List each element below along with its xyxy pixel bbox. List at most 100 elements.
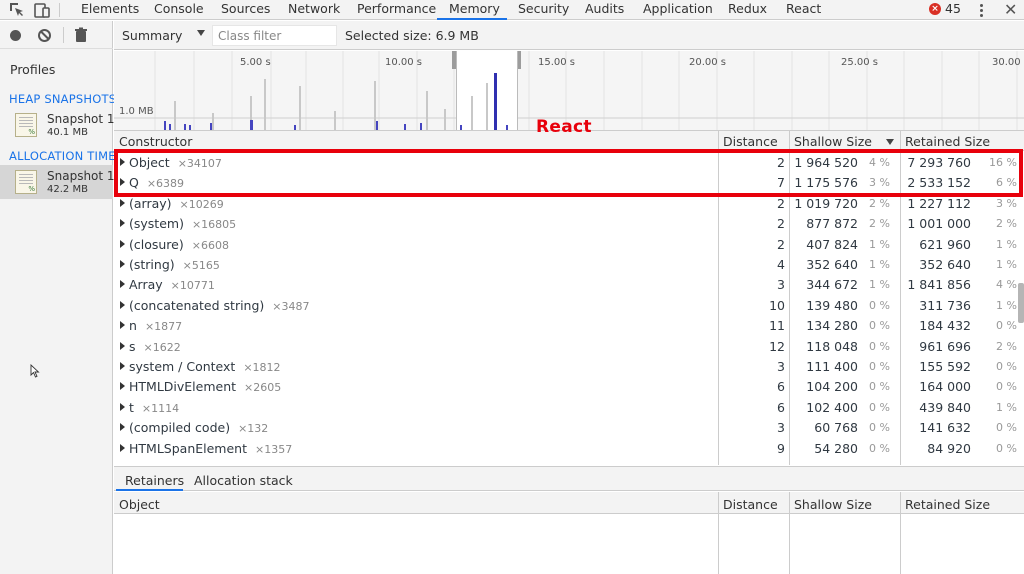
- column-distance[interactable]: Distance: [723, 497, 778, 512]
- distance-value: 3: [777, 277, 785, 293]
- retained-size-percent: 2 %: [996, 339, 1017, 353]
- device-toolbar-icon[interactable]: [33, 1, 51, 19]
- retained-size-percent: 0 %: [996, 319, 1017, 333]
- table-row[interactable]: (system) ×16805 2 877 872 2 % 1 001 000 2 %: [114, 213, 1017, 233]
- expand-triangle-icon[interactable]: [120, 239, 125, 248]
- record-icon[interactable]: [10, 30, 21, 41]
- column-shallow-size[interactable]: Shallow Size: [794, 497, 872, 512]
- shallow-size-percent: 2 %: [869, 217, 890, 231]
- constructor-name: system / Context ×1812: [129, 359, 281, 374]
- tab-application[interactable]: Application: [643, 0, 713, 20]
- allocation-snapshot-item[interactable]: Snapshot 1 42.2 MB: [0, 165, 115, 199]
- grid-scrollbar[interactable]: [1018, 283, 1024, 323]
- shallow-size-value: 102 400: [806, 399, 858, 415]
- retained-size-percent: 0 %: [996, 441, 1017, 455]
- expand-triangle-icon[interactable]: [120, 341, 125, 350]
- table-row[interactable]: HTMLDivElement ×2605 6 104 200 0 % 164 000 0 %: [114, 376, 1017, 396]
- tab-audits[interactable]: Audits: [585, 0, 624, 20]
- tab-elements[interactable]: Elements: [81, 0, 139, 20]
- chevron-down-icon[interactable]: [197, 30, 205, 36]
- tab-security[interactable]: Security: [518, 0, 569, 20]
- heap-snapshot-item[interactable]: Snapshot 1 40.1 MB: [0, 108, 115, 142]
- table-row[interactable]: (compiled code) ×132 3 60 768 0 % 141 632 0 %: [114, 417, 1017, 437]
- snapshot-name: Snapshot 1: [47, 169, 115, 183]
- shallow-size-percent: 0 %: [869, 400, 890, 414]
- tab-allocation-stack[interactable]: Allocation stack: [194, 473, 293, 488]
- expand-triangle-icon[interactable]: [120, 300, 125, 309]
- instance-count: ×1114: [141, 401, 180, 415]
- close-icon[interactable]: ✕: [1004, 1, 1017, 19]
- tab-react[interactable]: React: [786, 0, 821, 20]
- column-divider: [718, 492, 719, 514]
- shallow-size-percent: 0 %: [869, 298, 890, 312]
- annotation-label: React: [536, 117, 592, 137]
- shallow-size-value: 54 280: [814, 440, 858, 456]
- sort-descending-icon[interactable]: [886, 139, 894, 145]
- shallow-size-value: 407 824: [806, 236, 858, 252]
- shallow-size-percent: 0 %: [869, 421, 890, 435]
- instance-count: ×16805: [191, 218, 237, 232]
- expand-triangle-icon[interactable]: [120, 402, 125, 411]
- active-tab-indicator: [116, 489, 183, 491]
- table-row[interactable]: (concatenated string) ×3487 10 139 480 0 % 31…: [114, 295, 1017, 315]
- instance-count: ×3487: [272, 299, 310, 313]
- expand-triangle-icon[interactable]: [120, 280, 125, 289]
- expand-triangle-icon[interactable]: [120, 443, 125, 452]
- shallow-size-value: 877 872: [806, 216, 858, 232]
- tab-retainers[interactable]: Retainers: [125, 473, 184, 488]
- tab-memory[interactable]: Memory: [449, 0, 500, 20]
- shallow-size-value: 60 768: [814, 420, 858, 436]
- retained-size-value: 352 640: [919, 257, 971, 272]
- constructor-label: system / Context: [129, 359, 236, 374]
- column-constructor[interactable]: Constructor: [119, 134, 192, 149]
- shallow-size-percent: 1 %: [869, 278, 890, 292]
- constructor-label: HTMLSpanElement: [129, 440, 247, 456]
- view-select[interactable]: Summary: [122, 28, 182, 43]
- tab-console[interactable]: Console: [154, 0, 204, 20]
- tab-sources[interactable]: Sources: [221, 0, 270, 20]
- inspect-element-icon[interactable]: [8, 1, 26, 19]
- more-options-icon[interactable]: [976, 1, 986, 19]
- column-divider: [718, 514, 719, 574]
- clear-icon[interactable]: [38, 29, 51, 42]
- table-row[interactable]: system / Context ×1812 3 111 400 0 % 155 592 0…: [114, 356, 1017, 376]
- table-row[interactable]: s ×1622 12 118 048 0 % 961 696 2 %: [114, 336, 1017, 356]
- expand-triangle-icon[interactable]: [120, 198, 125, 207]
- column-shallow-size[interactable]: Shallow Size: [794, 134, 872, 149]
- error-icon[interactable]: ×: [929, 3, 941, 15]
- tab-performance[interactable]: Performance: [357, 0, 436, 20]
- column-retained-size[interactable]: Retained Size: [905, 134, 990, 149]
- trash-icon[interactable]: [74, 27, 88, 43]
- class-filter-input[interactable]: [212, 25, 337, 46]
- table-row[interactable]: t ×1114 6 102 400 0 % 439 840 1 %: [114, 397, 1017, 417]
- shallow-size-value: 118 048: [806, 338, 858, 354]
- column-distance[interactable]: Distance: [723, 134, 778, 149]
- error-count[interactable]: 45: [945, 1, 961, 16]
- table-row[interactable]: HTMLSpanElement ×1357 9 54 280 0 % 84 920 0 %: [114, 438, 1017, 458]
- shallow-size-percent: 0 %: [869, 441, 890, 455]
- table-row[interactable]: n ×1877 11 134 280 0 % 184 432 0 %: [114, 315, 1017, 335]
- expand-triangle-icon[interactable]: [120, 362, 125, 370]
- retained-size-value: 164 000: [919, 379, 971, 395]
- column-retained-size[interactable]: Retained Size: [905, 497, 990, 512]
- tab-network[interactable]: Network: [288, 0, 340, 20]
- expand-triangle-icon[interactable]: [120, 423, 125, 432]
- column-divider: [900, 514, 901, 574]
- snapshot-icon: [15, 170, 37, 194]
- expand-triangle-icon[interactable]: [120, 382, 125, 391]
- table-row[interactable]: Array ×10771 3 344 672 1 % 1 841 856 4 %: [114, 274, 1017, 294]
- retained-size-percent: 3 %: [996, 196, 1017, 210]
- expand-triangle-icon[interactable]: [120, 219, 125, 228]
- expand-triangle-icon[interactable]: [120, 260, 125, 268]
- table-row[interactable]: (closure) ×6608 2 407 824 1 % 621 960 1 %: [114, 234, 1017, 254]
- devtools-tab-bar: Elements Console Sources Network Perform…: [0, 0, 1024, 20]
- snapshot-size: 40.1 MB: [47, 127, 88, 138]
- shallow-size-value: 139 480: [806, 297, 858, 313]
- constructor-name: t ×1114: [129, 400, 179, 415]
- constructor-label: HTMLDivElement: [129, 379, 237, 395]
- column-object[interactable]: Object: [119, 497, 160, 512]
- expand-triangle-icon[interactable]: [120, 321, 125, 330]
- constructor-name: (closure) ×6608: [129, 237, 229, 252]
- tab-redux[interactable]: Redux: [728, 0, 767, 20]
- table-row[interactable]: (string) ×5165 4 352 640 1 % 352 640 1 %: [114, 254, 1017, 274]
